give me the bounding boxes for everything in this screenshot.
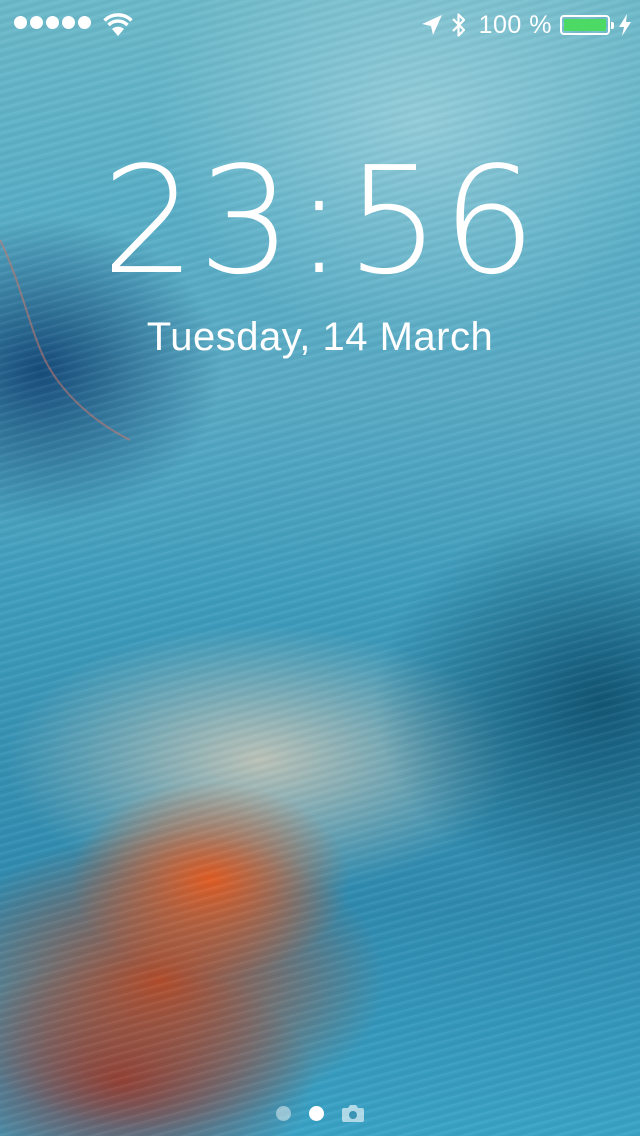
lock-screen-date: Tuesday, 14 March [146,315,494,359]
signal-dot [14,16,27,29]
signal-dot [62,16,75,29]
page-indicator[interactable] [0,1104,640,1122]
battery-level-fill [564,19,606,31]
page-dot-active[interactable] [309,1105,324,1121]
battery-cap [611,22,614,29]
page-dot-inactive[interactable] [276,1105,291,1121]
signal-dot [30,16,43,29]
lock-screen: 100 % 23:56 Tuesday, 14 March [0,0,640,1136]
status-bar: 100 % [0,0,640,44]
camera-icon[interactable] [342,1104,364,1122]
signal-dots-icon [14,16,91,29]
bluetooth-icon [451,13,465,37]
battery-percentage: 100 % [478,10,552,39]
battery-icon [560,15,614,35]
signal-dot [46,16,59,29]
wifi-icon [103,13,133,36]
location-arrow-icon [421,15,442,35]
status-right-group: 100 % [421,8,632,42]
lock-screen-time: 23:56 [101,135,539,307]
signal-dot [78,16,91,29]
charging-bolt-icon [619,14,631,36]
